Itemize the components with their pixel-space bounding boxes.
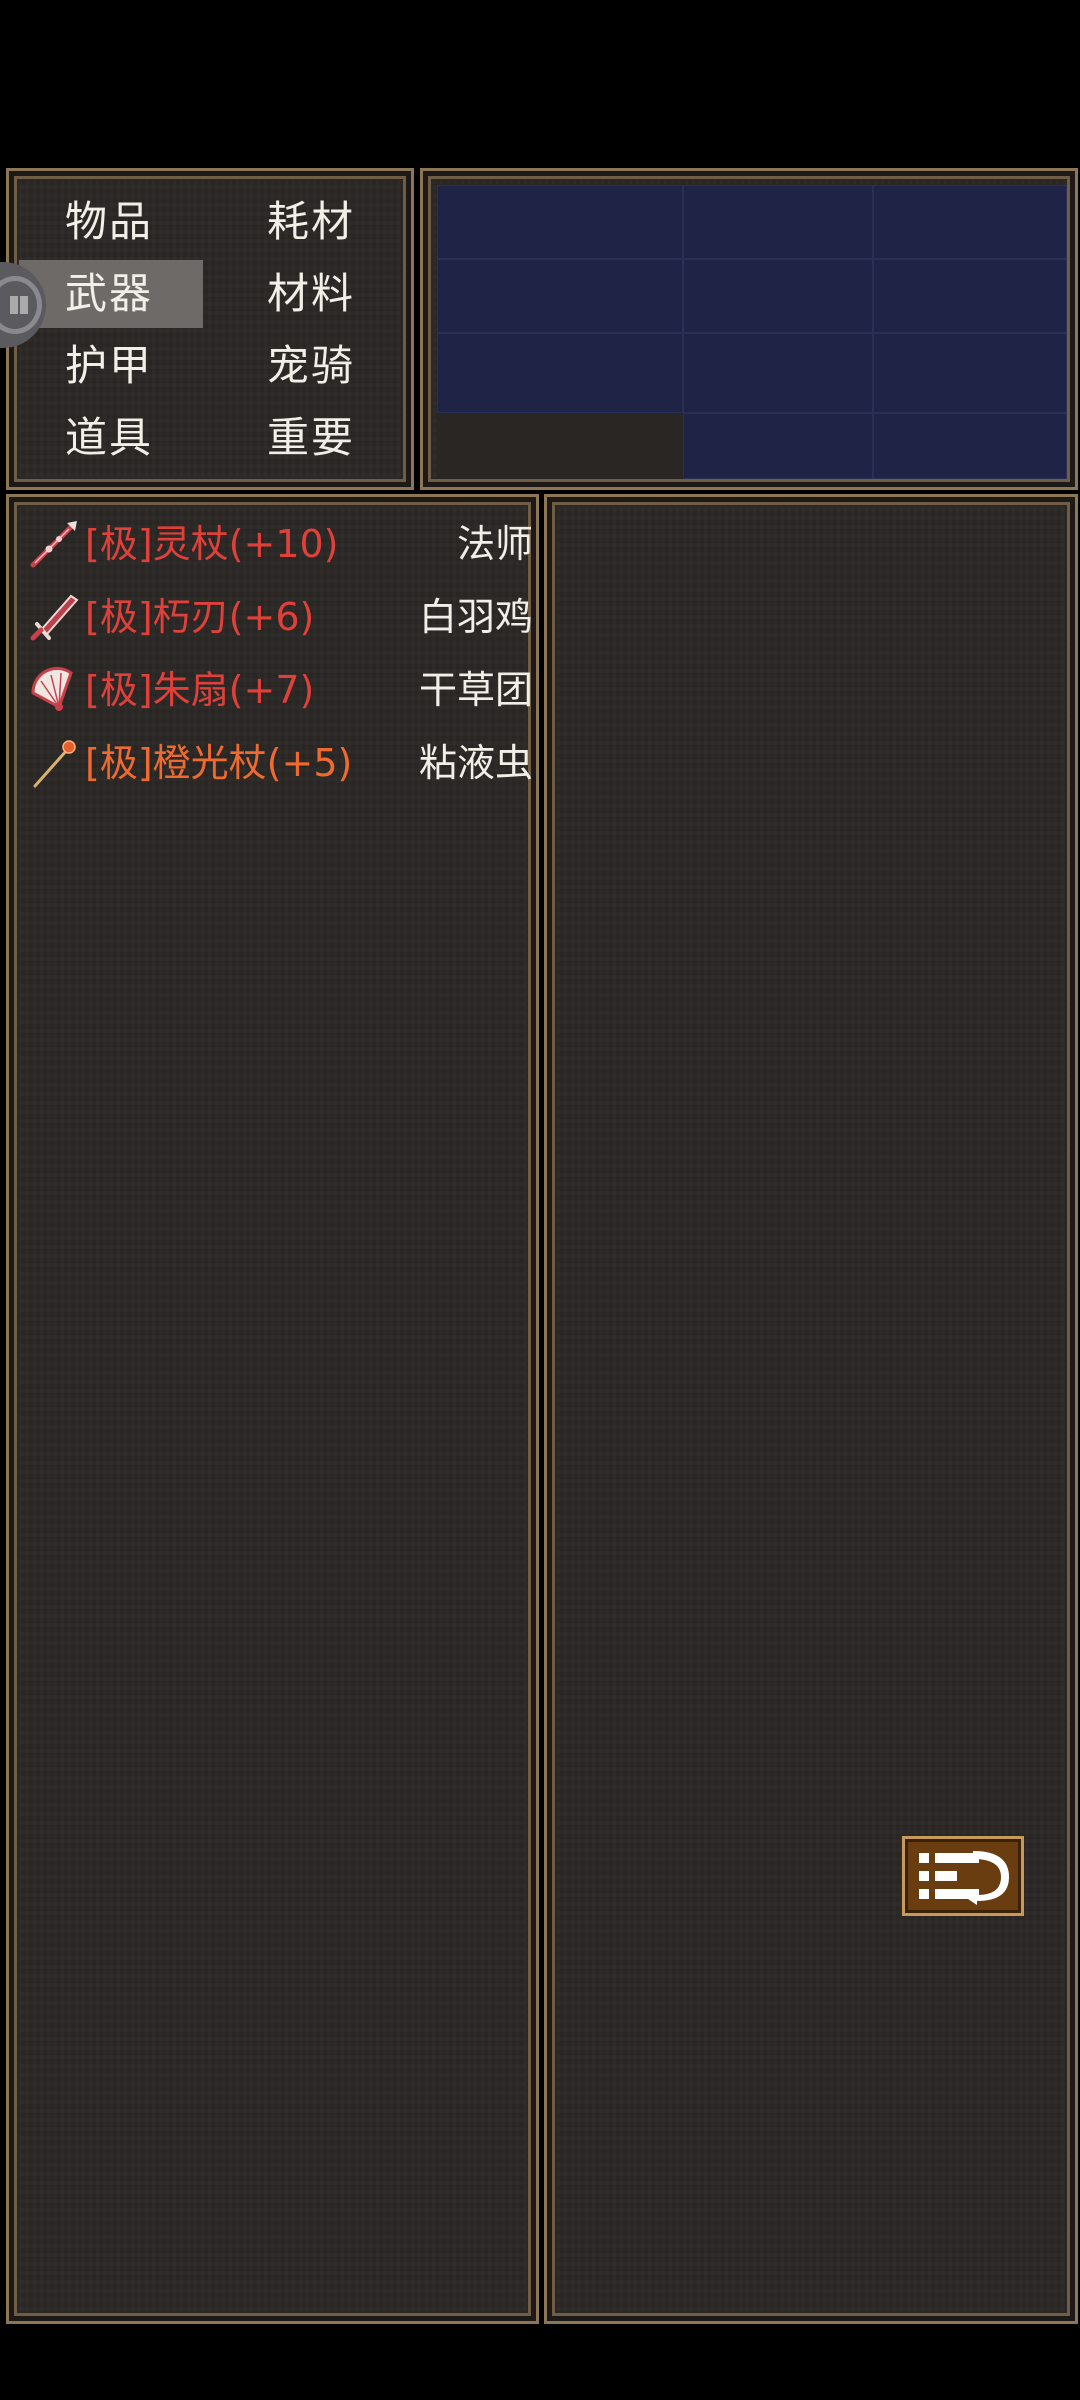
- item-name: [极]灵杖(+10): [85, 522, 339, 566]
- equipment-slot[interactable]: [437, 259, 683, 333]
- equipment-slot[interactable]: [683, 413, 873, 479]
- category-tab-consumables[interactable]: 耗材: [267, 188, 447, 256]
- blade-icon: [30, 594, 79, 641]
- equipment-slot[interactable]: [873, 333, 1067, 413]
- item-row[interactable]: [极]灵杖(+10) 法师: [23, 511, 533, 577]
- item-detail-panel: [544, 494, 1078, 2324]
- category-tab-pets-mounts[interactable]: 宠骑: [267, 332, 447, 400]
- item-row[interactable]: [极]朱扇(+7) 干草团: [23, 657, 533, 723]
- return-button[interactable]: [902, 1836, 1024, 1916]
- item-name: [极]朱扇(+7): [85, 668, 315, 712]
- equipment-slot[interactable]: [873, 259, 1067, 333]
- category-tab-materials[interactable]: 材料: [267, 260, 447, 328]
- equipment-slot-grid: [437, 185, 1067, 479]
- item-row[interactable]: [极]朽刃(+6) 白羽鸡: [23, 584, 533, 650]
- equipment-slot-empty[interactable]: [437, 413, 683, 479]
- item-owner: 干草团: [418, 668, 533, 712]
- spear-icon: [30, 521, 77, 568]
- item-list-panel: [极]灵杖(+10) 法师 [极]朽刃(+6) 白羽鸡 [极]朱扇(+7) 干草…: [6, 494, 539, 2324]
- category-tab-key-items[interactable]: 重要: [267, 404, 447, 472]
- equipment-slot[interactable]: [683, 185, 873, 259]
- equipment-slot[interactable]: [683, 333, 873, 413]
- item-owner: 粘液虫: [418, 741, 533, 785]
- item-name: [极]橙光杖(+5): [85, 741, 353, 785]
- orange-staff-icon: [33, 740, 76, 788]
- return-icon: [919, 1851, 1009, 1905]
- item-row[interactable]: [极]橙光杖(+5) 粘液虫: [23, 730, 533, 796]
- category-tab-items[interactable]: 物品: [65, 188, 245, 256]
- category-panel: 物品 耗材 武器 材料 护甲 宠骑 道具 重要: [6, 168, 414, 490]
- equipment-slot[interactable]: [683, 259, 873, 333]
- item-owner: 法师: [456, 522, 533, 566]
- category-tab-weapons[interactable]: 武器: [19, 260, 203, 328]
- equipment-slot[interactable]: [873, 413, 1067, 479]
- equipment-slot-panel: [420, 168, 1078, 490]
- fan-icon: [31, 666, 73, 711]
- item-name: [极]朽刃(+6): [85, 595, 315, 639]
- equipment-slot[interactable]: [437, 185, 683, 259]
- category-tab-armor[interactable]: 护甲: [65, 332, 245, 400]
- equipment-slot[interactable]: [873, 185, 1067, 259]
- item-owner: 白羽鸡: [418, 595, 533, 639]
- category-tab-tools[interactable]: 道具: [65, 404, 245, 472]
- equipment-slot[interactable]: [437, 333, 683, 413]
